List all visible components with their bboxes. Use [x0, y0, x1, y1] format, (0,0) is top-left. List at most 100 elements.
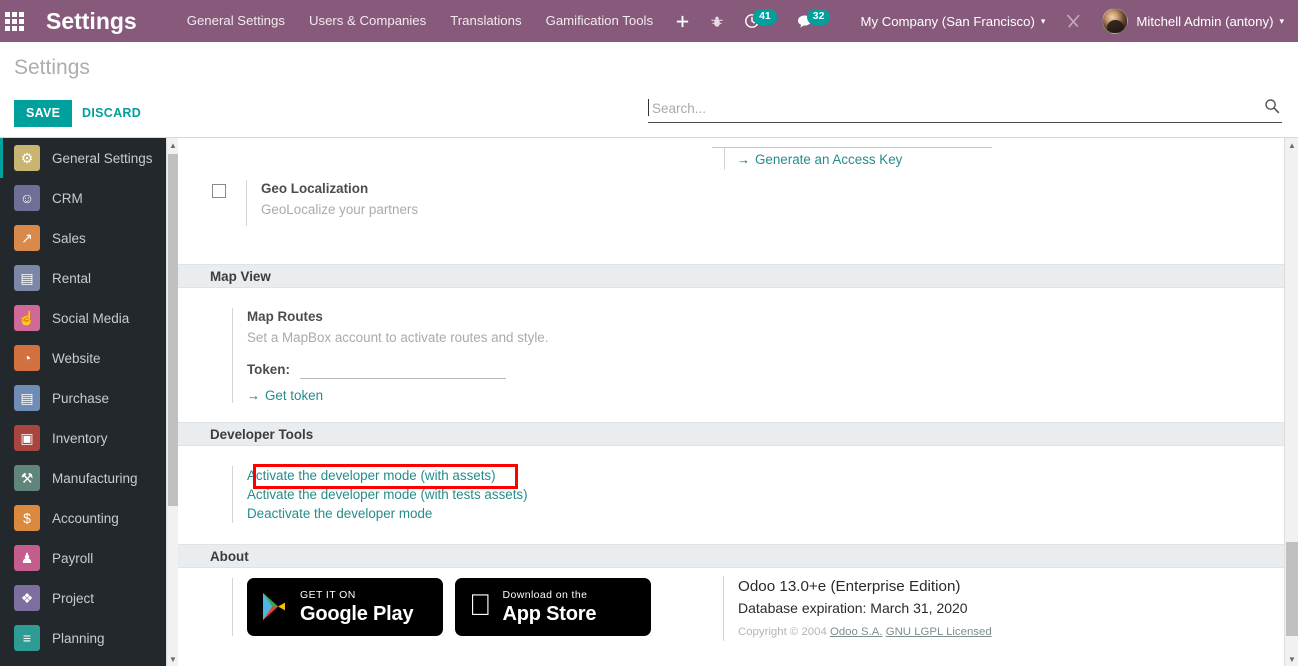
sidebar-item-label: Inventory: [52, 430, 108, 446]
section-header-map-view: Map View: [178, 264, 1284, 288]
menu-gamification-tools[interactable]: Gamification Tools: [534, 0, 666, 42]
partial-input-underline: [712, 138, 992, 148]
app-store-badge[interactable]:  Download on the App Store: [455, 578, 651, 636]
google-play-big-text: Google Play: [300, 602, 414, 625]
sidebar-scrollbar-thumb[interactable]: [168, 154, 178, 506]
menu-users-companies[interactable]: Users & Companies: [297, 0, 438, 42]
developer-tools-links: Activate the developer mode (with assets…: [232, 466, 528, 523]
section-header-developer-tools: Developer Tools: [178, 422, 1284, 446]
geo-localization-title: Geo Localization: [261, 181, 369, 196]
copyright-prefix: Copyright © 2004: [738, 626, 827, 638]
settings-sidebar: ⚙ General Settings ☺ CRM ↗ Sales ▤ Rental ☝ Socia…: [0, 138, 178, 666]
activate-developer-mode-assets-link[interactable]: Activate the developer mode (with assets…: [247, 466, 528, 485]
main-scrollbar-thumb[interactable]: [1286, 542, 1298, 636]
generate-access-key-link[interactable]: Generate an Access Key: [755, 152, 902, 167]
copyright-line: Copyright © 2004 Odoo S.A. GNU LGPL Lice…: [738, 623, 992, 641]
scroll-down-arrow-icon[interactable]: ▼: [1285, 652, 1298, 666]
token-input[interactable]: [299, 360, 506, 379]
app-store-small-text: Download on the: [480, 589, 587, 602]
sidebar-item-label: Rental: [52, 270, 92, 286]
arrow-right-icon: →: [247, 388, 260, 403]
sidebar-item-project[interactable]: ❖ Project: [0, 578, 178, 618]
menu-general-settings[interactable]: General Settings: [175, 0, 297, 42]
scroll-down-arrow-icon[interactable]: ▼: [167, 652, 178, 666]
globe-icon: ◔: [14, 345, 40, 371]
section-title: Developer Tools: [210, 427, 314, 442]
sidebar-item-general-settings[interactable]: ⚙ General Settings: [0, 138, 178, 178]
arrow-right-icon: →: [737, 151, 750, 167]
sidebar-item-payroll[interactable]: ♟ Payroll: [0, 538, 178, 578]
scroll-up-arrow-icon[interactable]: ▲: [1285, 138, 1298, 152]
app-store-big-text: App Store: [480, 602, 597, 625]
messages-count-badge: 32: [806, 8, 831, 25]
activities-count-badge: 41: [753, 8, 777, 25]
plus-icon[interactable]: [665, 0, 700, 42]
google-play-icon: [261, 592, 289, 622]
search-input[interactable]: [650, 97, 1230, 119]
handshake-icon: ☺: [14, 185, 40, 211]
apple-logo-icon: : [469, 590, 492, 621]
box-icon: ▣: [14, 425, 40, 451]
google-play-small-text: GET IT ON: [300, 589, 356, 602]
company-switcher[interactable]: My Company (San Francisco) ▾: [850, 0, 1055, 42]
save-button[interactable]: SAVE: [14, 100, 73, 127]
settings-content: → Generate an Access Key Geo Localizatio…: [178, 138, 1284, 666]
sidebar-item-rental[interactable]: ▤ Rental: [0, 258, 178, 298]
about-store-badges: GET IT ON Google Play  Download on the …: [232, 578, 651, 636]
user-name: Mitchell Admin (antony): [1136, 13, 1274, 29]
sidebar-item-label: Purchase: [52, 390, 110, 406]
apps-grid-icon[interactable]: [0, 0, 30, 42]
activities-menu[interactable]: 41: [734, 0, 787, 42]
messages-menu[interactable]: 32: [787, 0, 841, 42]
activate-developer-mode-tests-assets-link[interactable]: Activate the developer mode (with tests …: [247, 485, 528, 504]
gnu-lgpl-link[interactable]: GNU LGPL Licensed: [886, 626, 992, 638]
odoo-version: Odoo 13.0+e (Enterprise Edition): [738, 578, 961, 595]
sidebar-item-label: General Settings: [52, 150, 153, 166]
sidebar-scrollbar[interactable]: ▲ ▼: [166, 138, 178, 666]
geo-localization-checkbox[interactable]: [212, 184, 226, 198]
app-brand-title: Settings: [45, 8, 137, 34]
main-scrollbar[interactable]: ▲ ▼: [1284, 138, 1298, 666]
map-routes-title: Map Routes: [247, 309, 323, 324]
menu-translations[interactable]: Translations: [438, 0, 533, 42]
wrench-screwdriver-icon[interactable]: [1055, 0, 1092, 42]
map-routes-setting: Map Routes Set a MapBox account to activ…: [232, 308, 548, 403]
text-cursor: [648, 99, 649, 116]
invoice-icon: $: [14, 505, 40, 531]
thumbs-up-icon: ☝: [14, 305, 40, 331]
sidebar-item-planning[interactable]: ≡ Planning: [0, 618, 178, 658]
discard-button[interactable]: DISCARD: [72, 100, 151, 127]
google-play-badge[interactable]: GET IT ON Google Play: [247, 578, 443, 636]
sidebar-item-sales[interactable]: ↗ Sales: [0, 218, 178, 258]
bug-icon[interactable]: [700, 0, 734, 42]
section-title: Map View: [210, 269, 271, 284]
sidebar-item-social-media[interactable]: ☝ Social Media: [0, 298, 178, 338]
sidebar-item-label: Planning: [52, 630, 105, 646]
sidebar-item-label: Sales: [52, 230, 86, 246]
sidebar-item-crm[interactable]: ☺ CRM: [0, 178, 178, 218]
page-title: Settings: [14, 56, 90, 79]
sidebar-item-purchase[interactable]: ▤ Purchase: [0, 378, 178, 418]
search-bar[interactable]: [648, 97, 1282, 123]
sidebar-item-accounting[interactable]: $ Accounting: [0, 498, 178, 538]
sidebar-item-label: CRM: [52, 190, 83, 206]
scroll-up-arrow-icon[interactable]: ▲: [167, 138, 178, 152]
odoo-sa-link[interactable]: Odoo S.A.: [830, 626, 883, 638]
map-routes-description: Set a MapBox account to activate routes …: [247, 330, 549, 345]
sidebar-item-label: Website: [52, 350, 101, 366]
search-icon[interactable]: [1264, 98, 1280, 114]
sidebar-item-inventory[interactable]: ▣ Inventory: [0, 418, 178, 458]
sidebar-item-label: Project: [52, 590, 95, 606]
section-header-about: About: [178, 544, 1284, 568]
schedule-icon: ≡: [14, 625, 40, 651]
sidebar-item-manufacturing[interactable]: ⚒ Manufacturing: [0, 458, 178, 498]
sidebar-item-website[interactable]: ◔ Website: [0, 338, 178, 378]
wrench-icon: ⚒: [14, 465, 40, 491]
top-navigation-bar: Settings General Settings Users & Compan…: [0, 0, 1298, 42]
user-menu[interactable]: Mitchell Admin (antony) ▾: [1092, 0, 1298, 42]
company-name: My Company (San Francisco): [860, 13, 1035, 29]
card-icon: ▤: [14, 385, 40, 411]
get-token-link[interactable]: Get token: [265, 388, 323, 403]
deactivate-developer-mode-link[interactable]: Deactivate the developer mode: [247, 504, 528, 523]
gear-icon: ⚙: [14, 145, 40, 171]
